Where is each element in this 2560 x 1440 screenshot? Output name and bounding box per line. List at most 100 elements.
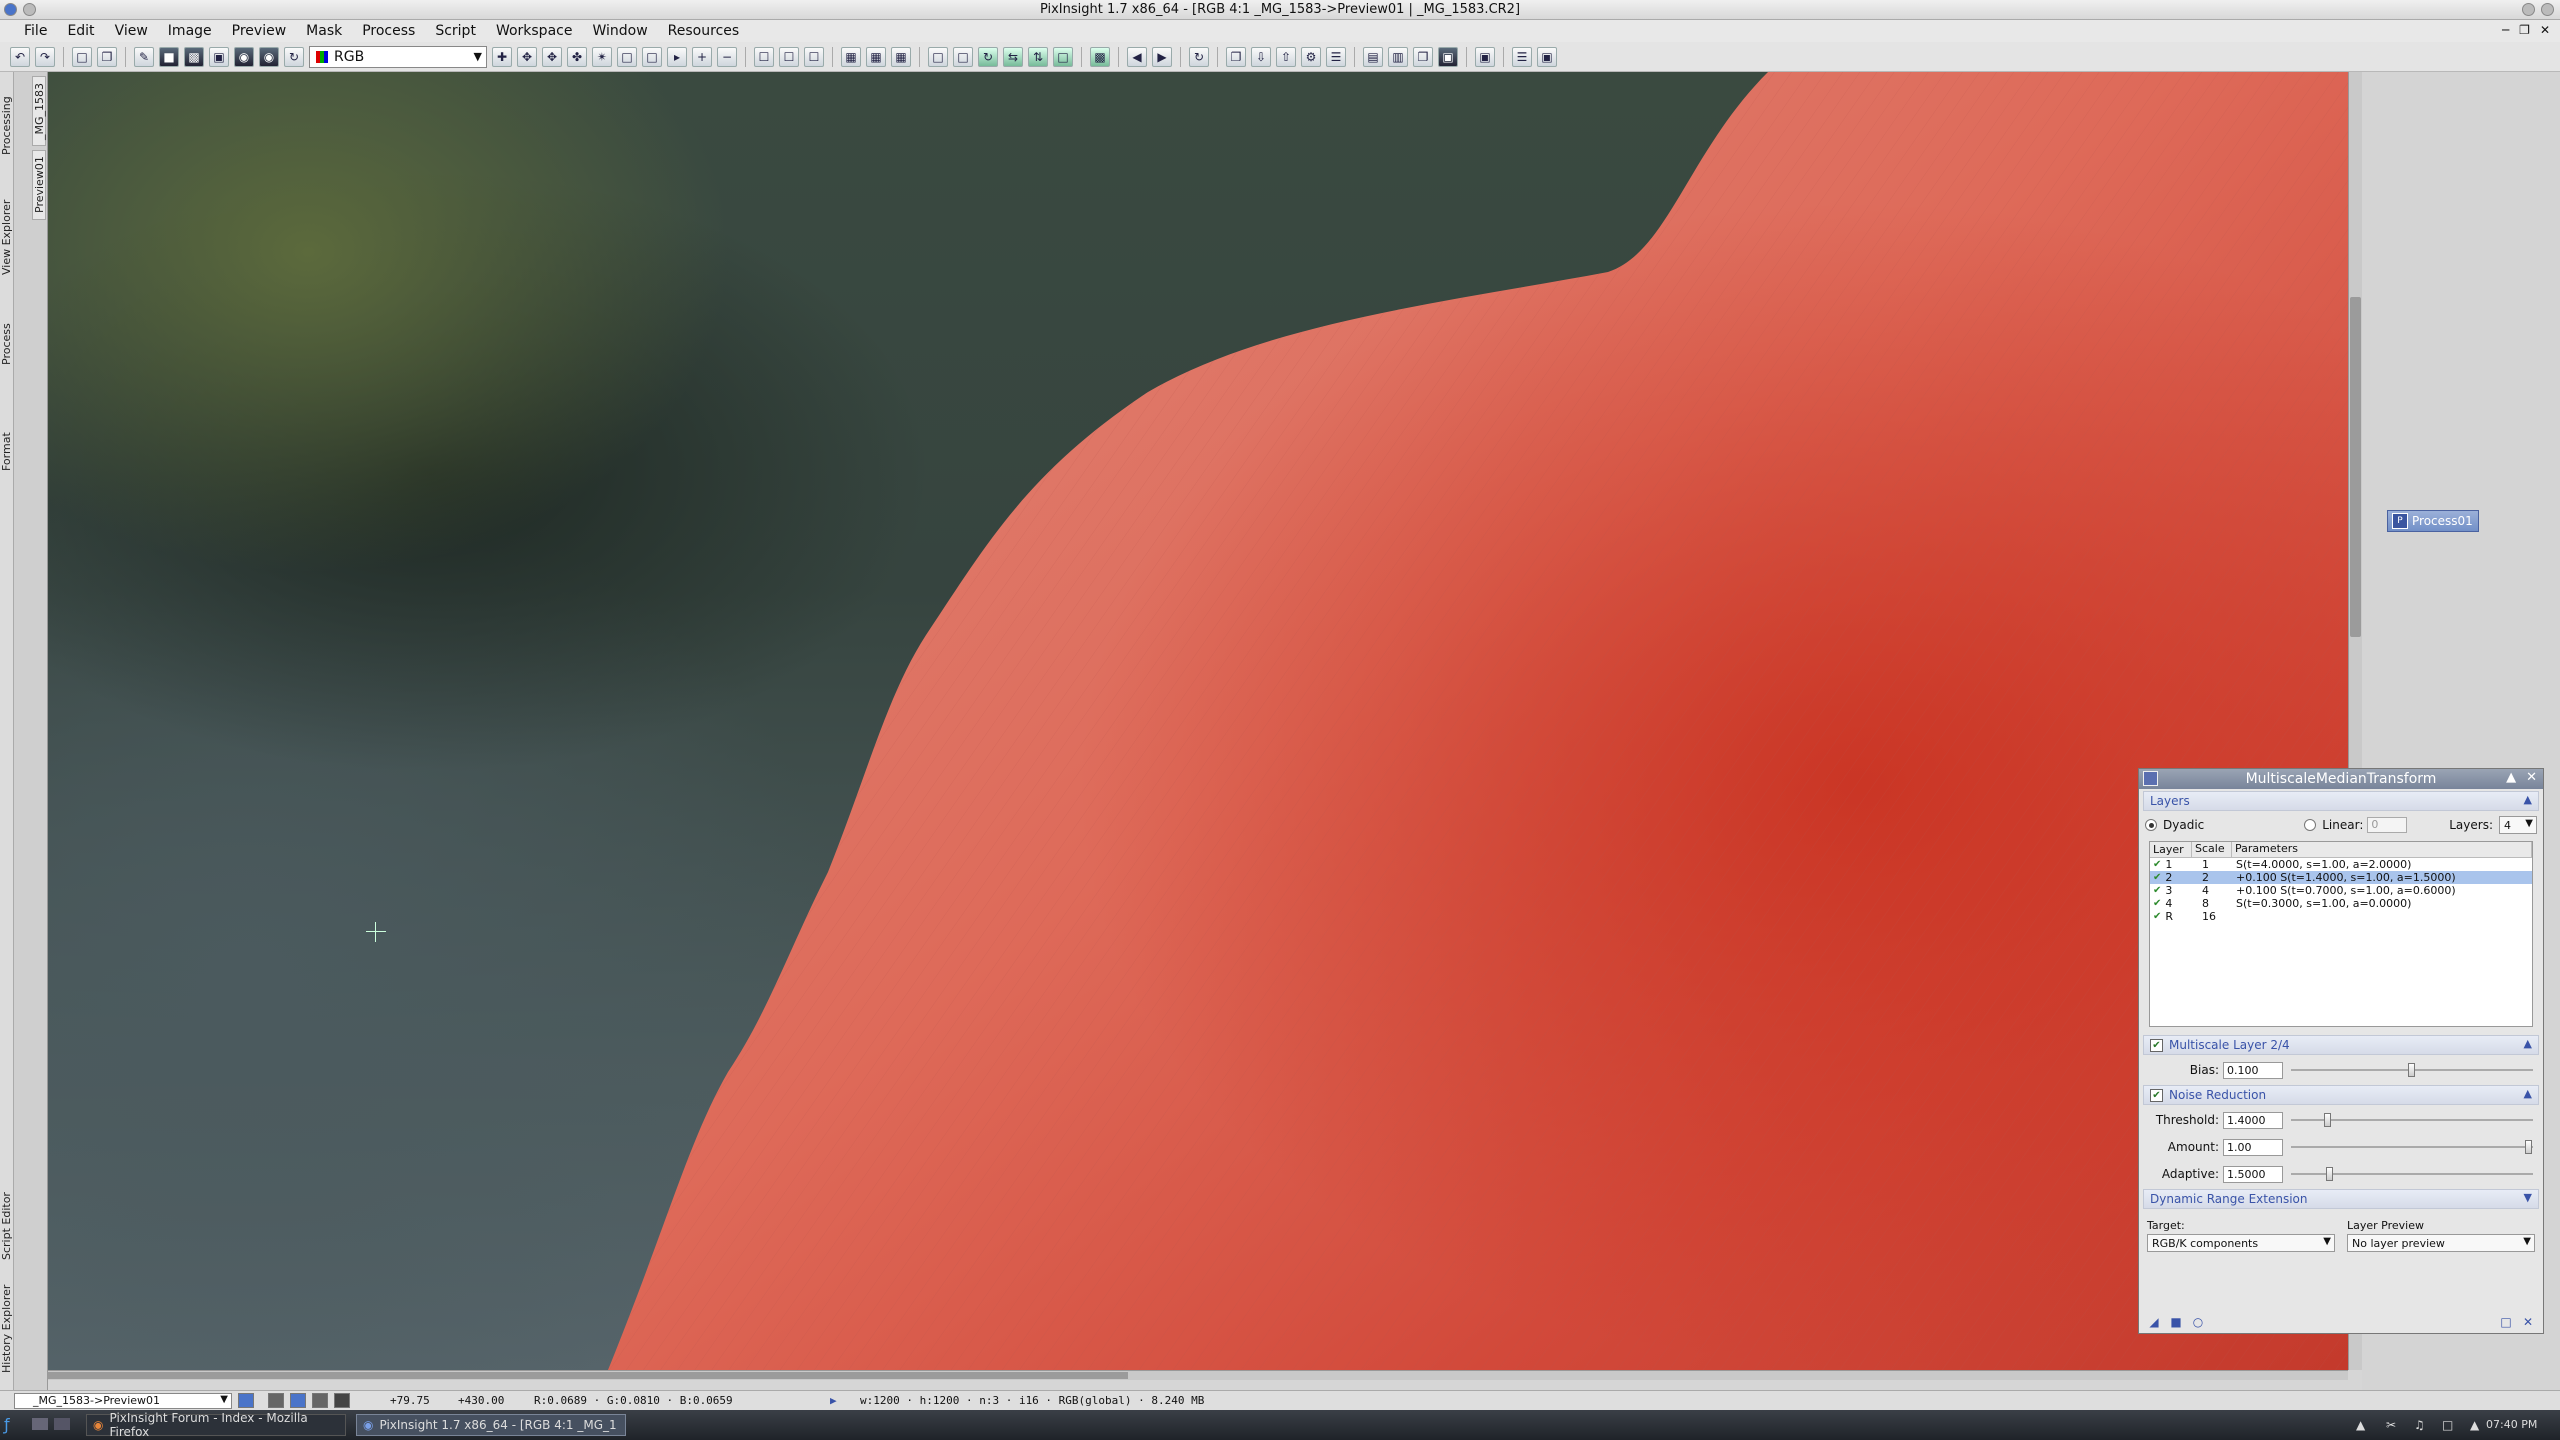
table-row[interactable]: ✔ R 16 xyxy=(2150,910,2532,923)
zoom-2-1-icon[interactable]: □ xyxy=(642,46,662,67)
menu-process[interactable]: Process xyxy=(352,23,425,39)
check-icon[interactable]: ✔ xyxy=(2153,859,2161,870)
rotate-icon[interactable]: ↻ xyxy=(978,46,998,67)
stf-icon[interactable]: ▣ xyxy=(209,46,229,67)
adaptive-slider[interactable] xyxy=(2291,1166,2533,1182)
desktop-icon[interactable] xyxy=(32,1418,48,1430)
collapse-icon[interactable]: ▲ xyxy=(2524,1087,2532,1100)
linear-radio[interactable] xyxy=(2304,819,2317,831)
expand-icon[interactable]: ▼ xyxy=(2524,1191,2532,1204)
tab-history-explorer[interactable]: History Explorer xyxy=(0,1284,14,1374)
mask-show-icon[interactable]: ■ xyxy=(159,46,179,67)
menu-window[interactable]: Window xyxy=(582,23,657,39)
pointer-icon[interactable]: ▸ xyxy=(667,46,687,67)
image-tab-main[interactable]: _MG_1583 xyxy=(32,76,46,146)
display-mode-icon[interactable] xyxy=(334,1393,350,1408)
clipboard-icon[interactable]: ✂ xyxy=(2386,1418,2400,1432)
kde-menu-icon[interactable]: ƒ xyxy=(4,1415,10,1434)
script-icon[interactable]: ☰ xyxy=(1512,46,1532,67)
close-window-icon[interactable] xyxy=(2541,3,2554,16)
window-maximize-icon[interactable]: □ xyxy=(953,46,973,67)
collapse-icon[interactable]: ▲ xyxy=(2524,793,2532,806)
preview-edit-icon[interactable]: ☐ xyxy=(779,46,799,67)
duplicate-icon[interactable]: ❐ xyxy=(97,46,117,67)
table-row[interactable]: ✔ 2 2 +0.100 S(t=1.4000, s=1.00, a=1.5000… xyxy=(2150,871,2532,884)
layers-count-select[interactable]: 4 ▼ xyxy=(2499,816,2537,834)
check-icon[interactable]: ✔ xyxy=(2153,885,2161,896)
settings-icon[interactable]: ⚙ xyxy=(1301,46,1321,67)
threshold-slider-knob[interactable] xyxy=(2323,1113,2331,1127)
table-row[interactable]: ✔ 4 8 S(t=0.3000, s=1.00, a=0.0000) xyxy=(2150,897,2532,910)
display-mode-icon[interactable] xyxy=(290,1393,306,1408)
image-tab-preview[interactable]: Preview01 xyxy=(32,150,46,220)
image-mosaic-icon[interactable]: ▦ xyxy=(866,46,886,67)
check-icon[interactable]: ✔ xyxy=(2153,911,2161,922)
linear-spinbox[interactable]: 0 xyxy=(2367,817,2408,833)
menu-preview[interactable]: Preview xyxy=(222,23,297,39)
tab-view-explorer[interactable]: View Explorer xyxy=(0,198,14,276)
dyadic-radio[interactable] xyxy=(2145,819,2157,831)
cascade-icon[interactable]: ❐ xyxy=(1413,46,1433,67)
horizontal-scroll-thumb[interactable] xyxy=(48,1372,1128,1379)
network-icon[interactable]: ▲ xyxy=(2356,1418,2370,1432)
previous-icon[interactable]: ◀ xyxy=(1127,46,1147,67)
image-viewport[interactable] xyxy=(48,72,2348,1370)
tab-script-editor[interactable]: Script Editor xyxy=(0,1190,14,1262)
check-icon[interactable]: ✔ xyxy=(2153,872,2161,883)
export-icon[interactable]: ⇧ xyxy=(1276,46,1296,67)
tray-expand-icon[interactable]: ▲ xyxy=(2470,1418,2484,1432)
help-icon[interactable]: ▣ xyxy=(1537,46,1557,67)
layer-table[interactable]: Layer Scale Parameters ✔ 1 1 S(t=4.0000, … xyxy=(2149,841,2533,1027)
amount-slider[interactable] xyxy=(2291,1139,2533,1155)
menu-script[interactable]: Script xyxy=(425,23,486,39)
minimize-icon[interactable] xyxy=(2522,3,2535,16)
list-icon[interactable]: ☰ xyxy=(1326,46,1346,67)
volume-icon[interactable]: ♫ xyxy=(2414,1418,2428,1432)
readout-mode-icon[interactable]: ✚ xyxy=(492,46,512,67)
zoom-in-icon[interactable]: + xyxy=(692,46,712,67)
noise-reduction-checkbox[interactable]: ✔ xyxy=(2150,1088,2163,1102)
amount-slider-knob[interactable] xyxy=(2525,1140,2532,1154)
refresh-icon[interactable]: ↻ xyxy=(1189,46,1209,67)
adaptive-input[interactable]: 1.5000 xyxy=(2223,1165,2283,1183)
crop-icon[interactable]: □ xyxy=(1053,46,1073,67)
vertical-scroll-thumb[interactable] xyxy=(2350,297,2361,637)
tab-process-explorer[interactable]: Process Explorer xyxy=(0,300,26,388)
redo-icon[interactable]: ↷ xyxy=(35,46,55,67)
window-pin-icon[interactable] xyxy=(23,3,36,16)
browse-docs-icon[interactable]: □ xyxy=(2499,1315,2513,1329)
layers-section-header[interactable]: Layers ▲ xyxy=(2143,791,2539,811)
mirror-icon[interactable]: ⇅ xyxy=(1028,46,1048,67)
tile-h-icon[interactable]: ▤ xyxy=(1363,46,1383,67)
tab-processing-console[interactable]: Processing Console xyxy=(0,76,26,176)
layer-preview-select[interactable]: No layer preview ▼ xyxy=(2347,1234,2535,1252)
bias-slider-knob[interactable] xyxy=(2408,1063,2415,1077)
menu-image[interactable]: Image xyxy=(158,23,222,39)
table-row[interactable]: ✔ 3 4 +0.100 S(t=0.7000, s=1.00, a=0.6000… xyxy=(2150,884,2532,897)
flip-icon[interactable]: ⇆ xyxy=(1003,46,1023,67)
app-menu-icon[interactable] xyxy=(4,3,17,16)
fullscreen-icon[interactable]: ▣ xyxy=(1438,46,1458,67)
new-image-icon[interactable]: □ xyxy=(72,46,92,67)
display-mode-icon[interactable] xyxy=(268,1393,284,1408)
undo-icon[interactable]: ↶ xyxy=(10,46,30,67)
tab-format-explorer[interactable]: Format Explorer xyxy=(0,412,26,492)
mdi-minimize-icon[interactable]: ─ xyxy=(2502,23,2509,37)
new-preview-icon[interactable]: ✎ xyxy=(134,46,154,67)
menu-mask[interactable]: Mask xyxy=(296,23,352,39)
target-select[interactable]: RGB/K components ▼ xyxy=(2147,1234,2335,1252)
col-layer[interactable]: Layer xyxy=(2150,842,2192,857)
apply-icon[interactable]: ○ xyxy=(2191,1315,2205,1329)
zoom-out-icon[interactable]: − xyxy=(717,46,737,67)
view-icon[interactable] xyxy=(238,1393,254,1408)
check-icon[interactable]: ✔ xyxy=(2153,898,2161,909)
table-row[interactable]: ✔ 1 1 S(t=4.0000, s=1.00, a=2.0000) xyxy=(2150,858,2532,871)
stf-link-icon[interactable]: ↻ xyxy=(284,46,304,67)
process-icon[interactable]: P Process01 xyxy=(2387,510,2479,532)
horizontal-scrollbar[interactable] xyxy=(48,1370,2348,1380)
window-restore-icon[interactable]: □ xyxy=(928,46,948,67)
multiscale-layer-section-header[interactable]: ✔ Multiscale Layer 2/4 ▲ xyxy=(2143,1035,2539,1055)
menu-resources[interactable]: Resources xyxy=(658,23,750,39)
pan-mode-icon[interactable]: ✥ xyxy=(517,46,537,67)
stf-auto-icon[interactable]: ◉ xyxy=(234,46,254,67)
